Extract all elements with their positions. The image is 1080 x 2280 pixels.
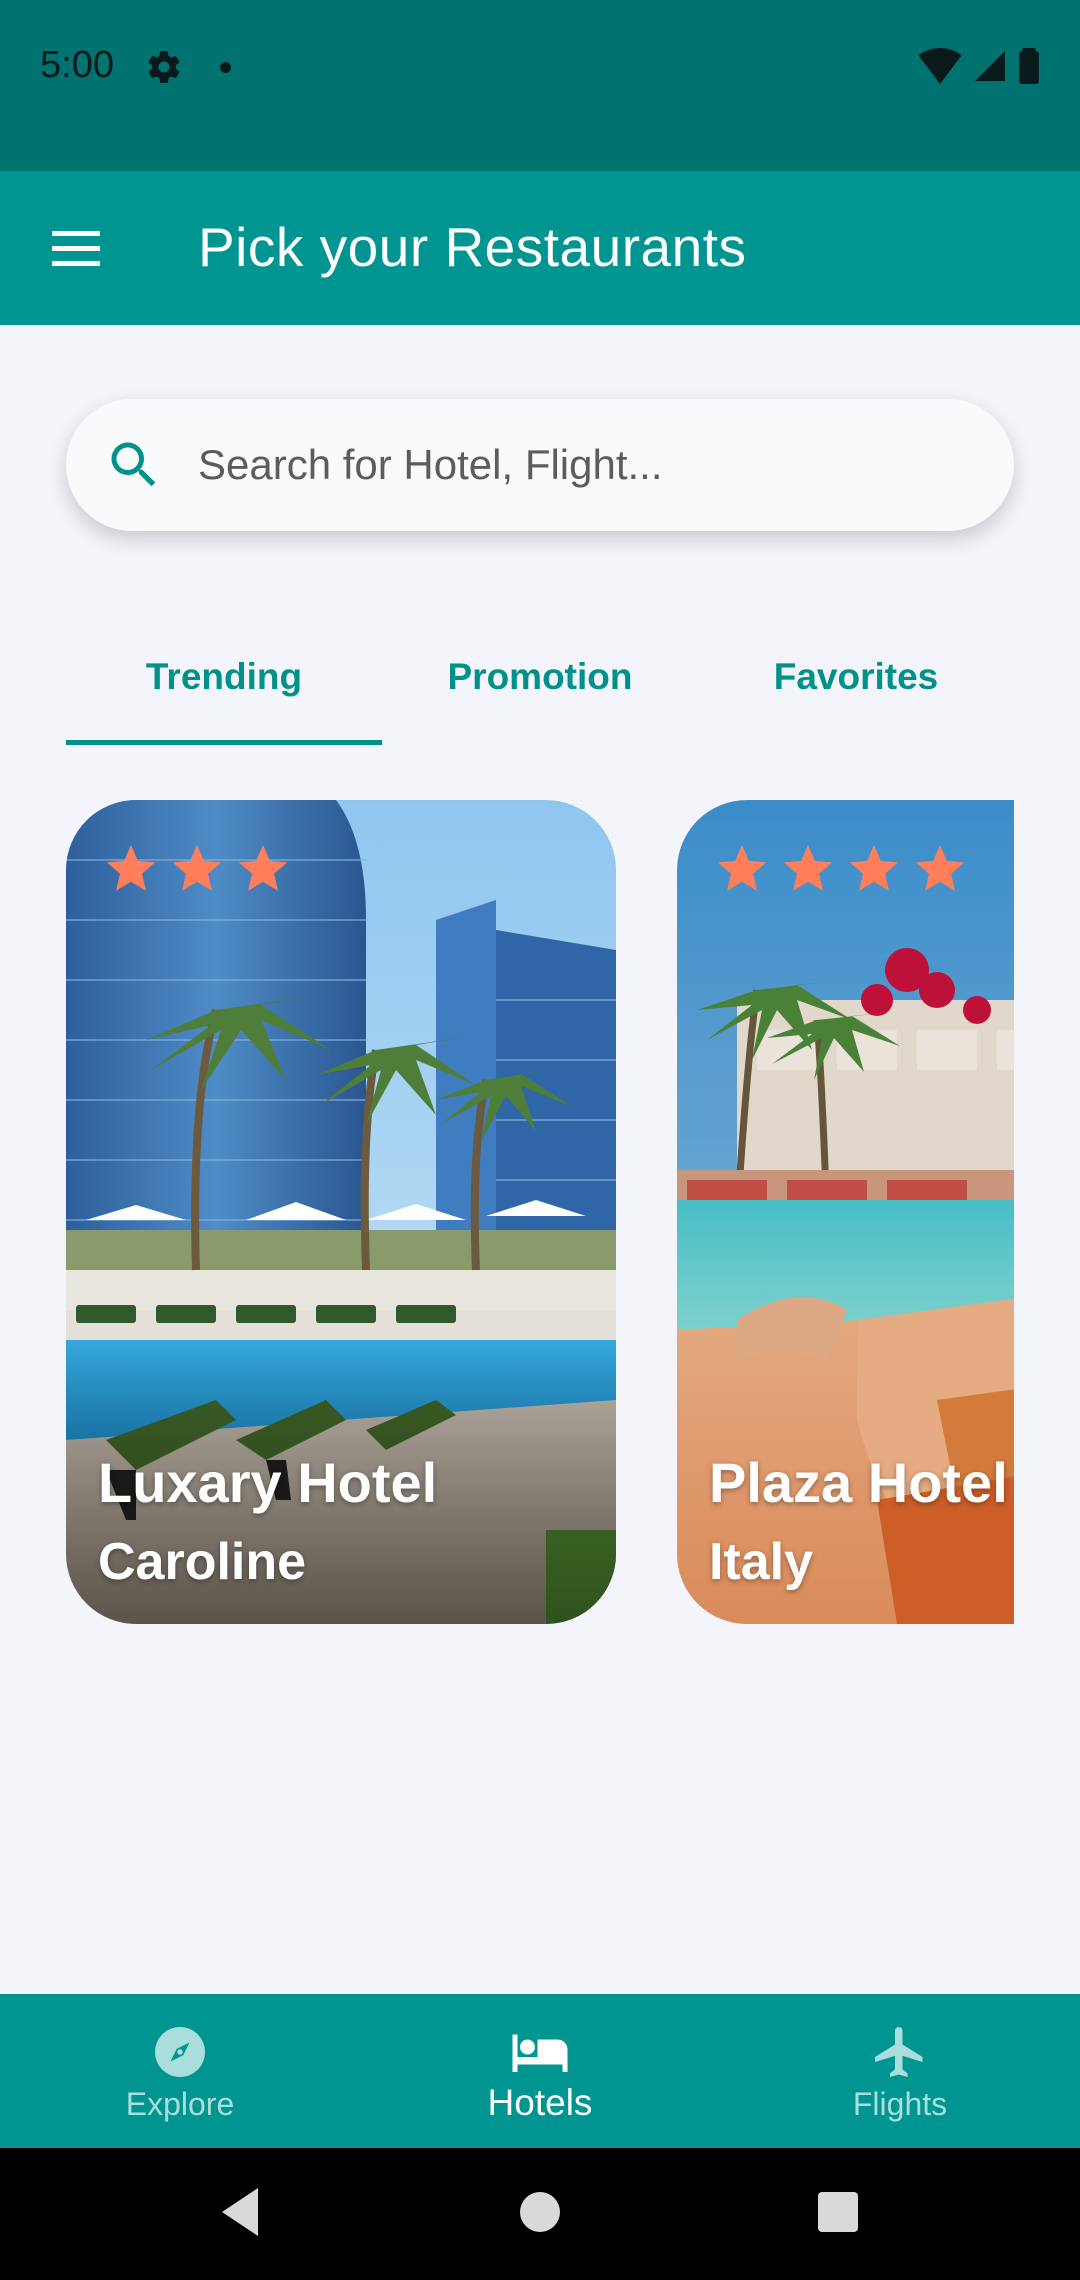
hamburger-menu-icon[interactable] [48, 223, 104, 273]
nav-label-hotels: Hotels [487, 2082, 593, 2123]
nav-label-flights: Flights [852, 2086, 948, 2122]
star-icon [783, 844, 833, 891]
star-rating [713, 840, 969, 898]
bed-icon [512, 2034, 568, 2072]
hotel-location: Italy [709, 1533, 814, 1591]
hotel-carousel[interactable]: Luxary Hotel Caroline Plaza Hotel Italy [66, 800, 1014, 1626]
nav-item-flights[interactable]: Flights [720, 1994, 1080, 2148]
category-tabs: Trending Promotion Favorites [66, 640, 1014, 746]
star-icon [172, 844, 222, 891]
search-input[interactable] [196, 423, 976, 507]
settings-gear-icon [148, 51, 180, 83]
search-bar[interactable] [66, 399, 1014, 531]
hotel-card[interactable]: Luxary Hotel Caroline [66, 800, 616, 1624]
star-rating [102, 840, 292, 898]
back-icon[interactable] [216, 2184, 264, 2240]
star-icon [106, 844, 156, 891]
nav-item-explore[interactable]: Explore [0, 1994, 360, 2148]
airplane-icon [875, 2027, 923, 2077]
tab-trending[interactable]: Trending [66, 640, 382, 746]
status-indicators [918, 48, 1040, 84]
star-icon [915, 844, 965, 891]
tab-promotion[interactable]: Promotion [382, 640, 698, 746]
page-title: Pick your Restaurants [198, 216, 747, 278]
system-navigation-bar [0, 2148, 1080, 2280]
hotel-card[interactable]: Plaza Hotel Italy [677, 800, 1014, 1624]
tab-favorites[interactable]: Favorites [698, 640, 1014, 746]
status-time: 5:00 [40, 44, 114, 86]
star-icon [849, 844, 899, 891]
tab-indicator [66, 740, 382, 745]
notification-dot-icon [220, 62, 231, 73]
hotel-name: Plaza Hotel [709, 1451, 1008, 1514]
recents-icon[interactable] [818, 2192, 858, 2232]
hotel-name: Luxary Hotel [98, 1451, 438, 1514]
battery-icon [1019, 48, 1039, 84]
cell-signal-icon [975, 51, 1005, 81]
hotel-location: Caroline [98, 1533, 307, 1591]
wifi-icon [918, 48, 962, 84]
bottom-navigation: Explore Hotels Flights [0, 1994, 1080, 2148]
app-bar: Pick your Restaurants [0, 171, 1080, 325]
search-icon [111, 442, 156, 487]
star-icon [717, 844, 767, 891]
nav-item-hotels[interactable]: Hotels [360, 1994, 720, 2148]
home-icon[interactable] [520, 2192, 560, 2232]
compass-icon [155, 2027, 205, 2077]
nav-label-explore: Explore [125, 2086, 235, 2122]
status-bar: 5:00 [0, 0, 1080, 171]
star-icon [238, 844, 288, 891]
